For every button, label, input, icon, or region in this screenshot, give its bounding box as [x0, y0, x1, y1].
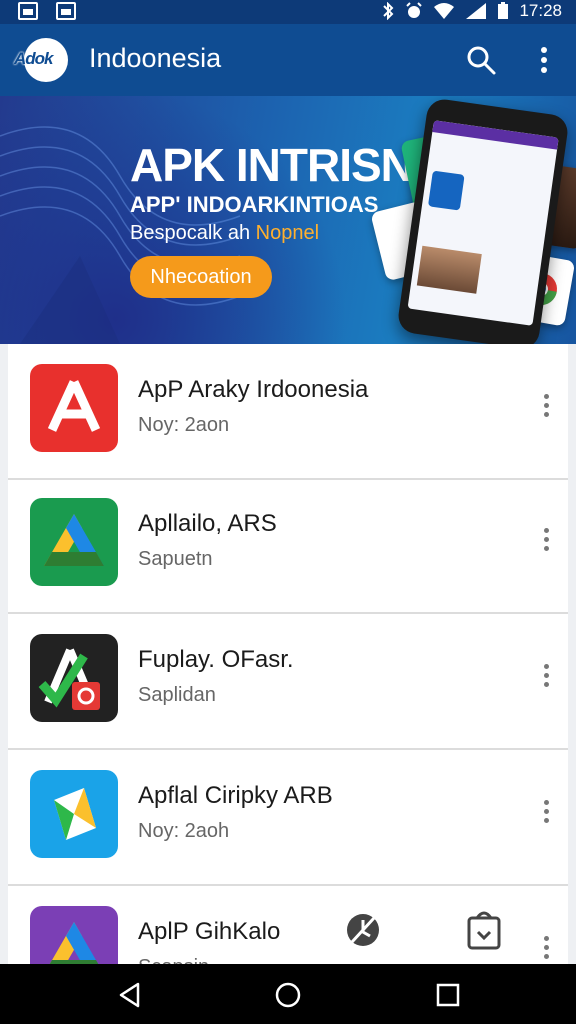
app-bar: Adok Indoonesia	[0, 24, 576, 96]
more-vert-icon[interactable]	[542, 664, 550, 692]
timer-off-icon[interactable]	[344, 908, 382, 952]
phone-screen-photo	[416, 245, 482, 294]
phone-screen-bar	[432, 120, 559, 150]
app-subtitle: Noy: 2aoh	[138, 820, 230, 842]
app-name: Apflal Ciripky ARB	[138, 782, 333, 809]
status-time: 17:28	[519, 1, 562, 20]
app-logo[interactable]: Adok	[14, 38, 70, 82]
storage-icon	[56, 2, 76, 20]
system-nav-bar	[0, 964, 576, 1024]
page-title: Indoonesia	[89, 43, 222, 73]
gallery-icon	[18, 2, 38, 20]
list-item[interactable]: Apflal Ciripky ARB Noy: 2aoh	[8, 750, 568, 886]
signal-icon	[466, 3, 487, 19]
red-a-app-icon	[30, 364, 118, 452]
app-subtitle: Scapsin	[138, 956, 209, 964]
banner-tagline: Bespocalk ah Nopnel	[130, 222, 319, 245]
alarm-icon	[406, 2, 423, 18]
status-bar: 17:28	[0, 0, 576, 24]
banner-cta-button[interactable]: Nhecoation	[130, 256, 272, 298]
promo-banner[interactable]: APK INTRISN APP' INDOARKINTIOAS Bespocal…	[0, 96, 576, 344]
list-item[interactable]: Apllailo, ARS Sapuetn	[8, 478, 568, 614]
app-list: ApP Araky Irdoonesia Noy: 2aon Apllailo,…	[8, 344, 568, 964]
search-icon[interactable]	[463, 42, 499, 78]
dark-a-app-icon	[30, 634, 118, 722]
phone-screen-app-tile	[427, 170, 465, 211]
list-item[interactable]: ApP Araky Irdoonesia Noy: 2aon	[8, 344, 568, 480]
battery-icon	[498, 2, 509, 19]
more-vert-icon[interactable]	[542, 936, 550, 964]
recents-icon[interactable]	[434, 981, 462, 1009]
banner-tagline-text: Bespocalk ah	[130, 222, 256, 244]
shopping-bag-icon[interactable]	[465, 908, 503, 952]
banner-subheadline: APP' INDOARKINTIOAS	[130, 192, 379, 217]
logo-text: Adok	[14, 49, 53, 68]
app-name: AplP GihKalo	[138, 918, 281, 945]
app-subtitle: Saplidan	[138, 684, 216, 706]
banner-wave-decoration	[0, 126, 241, 344]
banner-tagline-accent: Nopnel	[255, 222, 320, 244]
bluetooth-icon	[383, 2, 394, 20]
more-vert-icon[interactable]	[542, 800, 550, 828]
app-name: ApP Araky Irdoonesia	[138, 376, 369, 403]
wifi-icon	[434, 3, 455, 19]
app-subtitle: Sapuetn	[138, 548, 213, 570]
banner-phone-screen	[407, 120, 559, 326]
home-icon[interactable]	[274, 981, 302, 1009]
app-name: Apllailo, ARS	[138, 510, 277, 537]
more-vert-icon[interactable]	[542, 394, 550, 422]
list-item[interactable]: Fuplay. OFasr. Saplidan	[8, 614, 568, 750]
more-vert-icon[interactable]	[526, 42, 562, 78]
back-icon[interactable]	[116, 981, 144, 1009]
app-name: Fuplay. OFasr.	[138, 646, 294, 673]
more-vert-icon[interactable]	[542, 528, 550, 556]
app-subtitle: Noy: 2aon	[138, 414, 230, 436]
purple-drive-app-icon	[30, 906, 118, 964]
blue-paper-app-icon	[30, 770, 118, 858]
banner-headline: APK INTRISN	[130, 139, 414, 191]
green-drive-app-icon	[30, 498, 118, 586]
